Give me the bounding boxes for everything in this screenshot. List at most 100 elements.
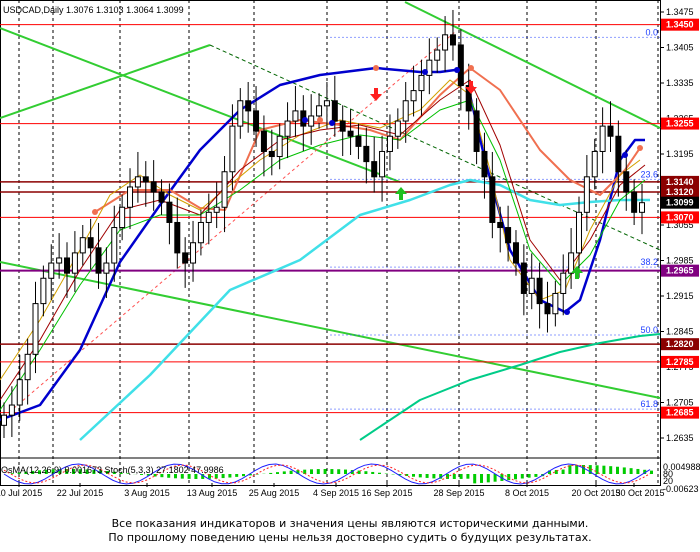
osma-bar xyxy=(337,469,341,474)
candle-bull xyxy=(528,277,535,294)
candle-bear xyxy=(260,130,267,152)
candle-bull xyxy=(434,49,441,61)
marker-dot-icon xyxy=(422,69,428,75)
candle-bull xyxy=(71,252,78,274)
osma-bar xyxy=(310,469,313,474)
candle-bear xyxy=(371,161,378,178)
osma-bar xyxy=(330,469,334,474)
osma-bar xyxy=(432,474,436,479)
candle-bear xyxy=(64,257,71,274)
osma-bar xyxy=(609,466,613,474)
x-tick-label: 20 Oct 2015 xyxy=(571,488,620,498)
y-tick-label: 1.3475 xyxy=(666,7,694,17)
candle-bull xyxy=(402,100,409,122)
price-badge-label: 1.3450 xyxy=(666,20,694,30)
candle-bear xyxy=(87,237,94,249)
marker-dot-icon xyxy=(622,152,628,158)
osma-bar xyxy=(242,474,245,477)
candle-bear xyxy=(623,171,630,193)
price-badge-label: 1.3255 xyxy=(666,119,694,129)
candle-bear xyxy=(363,145,370,163)
candle-bull xyxy=(40,277,47,305)
candle-bear xyxy=(95,247,102,274)
osma-bar xyxy=(425,474,429,478)
osma-bar xyxy=(650,470,653,474)
candle-bear xyxy=(607,125,614,137)
osma-bar xyxy=(473,474,477,484)
candle-bull xyxy=(591,150,598,178)
candle-bull xyxy=(560,272,567,294)
candle-bear xyxy=(174,221,181,254)
candle-bull xyxy=(552,292,559,315)
candle-bear xyxy=(166,201,173,223)
price-badge-label: 1.3140 xyxy=(666,177,694,187)
candle-bull xyxy=(568,252,575,274)
candle-bull xyxy=(103,262,110,274)
osma-bar xyxy=(364,471,368,474)
osma-bar xyxy=(344,469,347,474)
osma-bar xyxy=(534,474,538,477)
disclaimer-line-1: Все показания индикаторов и значения цен… xyxy=(111,517,589,530)
price-badge-label: 1.2965 xyxy=(666,266,694,276)
price-chart[interactable]: 0.023.638.250.061.8 1.34751.34051.33351.… xyxy=(0,0,700,552)
candle-bear xyxy=(142,176,149,183)
candle-bear xyxy=(253,110,260,132)
candle-bull xyxy=(639,202,645,213)
candle-bear xyxy=(355,135,362,147)
osma-bar xyxy=(459,474,463,479)
candle-bull xyxy=(276,135,283,158)
osma-bar xyxy=(282,471,286,474)
candle-bear xyxy=(339,120,346,132)
candle-bear xyxy=(457,44,464,87)
price-badge-label: 1.3120 xyxy=(666,187,694,197)
candle-bull xyxy=(323,100,330,107)
x-tick-label: 4 Sep 2015 xyxy=(313,488,359,498)
y-tick-label: 1.2635 xyxy=(666,433,694,443)
osma-bar xyxy=(452,474,456,479)
candle-bull xyxy=(221,171,228,208)
candle-bull xyxy=(410,90,417,102)
osma-bar xyxy=(514,474,517,480)
candle-bull xyxy=(237,100,244,127)
marker-dot-icon xyxy=(468,65,474,71)
x-tick-label: 8 Oct 2015 xyxy=(505,488,549,498)
candle-bull xyxy=(213,206,220,213)
candle-bear xyxy=(615,135,622,173)
price-badge-label: 1.2785 xyxy=(666,357,694,367)
candle-bear xyxy=(182,252,189,264)
candle-bear xyxy=(512,242,519,264)
candle-bear xyxy=(536,277,543,305)
candle-bull xyxy=(190,242,197,264)
osma-bar xyxy=(493,474,497,482)
osma-bar xyxy=(316,469,320,474)
oscillator-label: OsMA(12,26,9) 0.001673 Stoch(5,3,3) 27.1… xyxy=(1,465,224,475)
candle-bull xyxy=(127,186,134,208)
candle-bull xyxy=(197,221,204,244)
candle-bear xyxy=(473,110,480,152)
disclaimer-line-2: По прошлому поведению цены нельзя достов… xyxy=(108,531,592,544)
x-tick-label: 25 Aug 2015 xyxy=(249,488,300,498)
fib-level-label: 38.2 xyxy=(640,257,658,267)
candle-bull xyxy=(442,34,449,51)
candle-bear xyxy=(268,150,275,158)
candle-bull xyxy=(8,404,15,416)
candle-bear xyxy=(631,191,638,213)
osma-bar xyxy=(568,465,572,474)
osma-bar xyxy=(480,474,483,483)
candle-bear xyxy=(150,181,157,193)
candle-bull xyxy=(308,115,315,127)
osma-bar xyxy=(269,472,273,474)
symbol-info: USDCAD,Daily 1.3076 1.3103 1.3064 1.3099 xyxy=(3,5,184,15)
candle-bear xyxy=(245,100,252,112)
candle-bull xyxy=(1,414,7,426)
candle-bull xyxy=(32,303,39,355)
candle-bull xyxy=(111,227,118,264)
marker-dot-icon xyxy=(317,117,323,123)
price-badge-label: 1.3070 xyxy=(666,212,694,222)
osma-bar xyxy=(561,469,565,474)
osma-bar xyxy=(412,474,415,477)
y-tick-label: 1.2915 xyxy=(666,291,694,301)
osma-bar xyxy=(371,471,375,474)
osma-bar xyxy=(629,468,633,474)
candle-bull xyxy=(583,176,590,213)
